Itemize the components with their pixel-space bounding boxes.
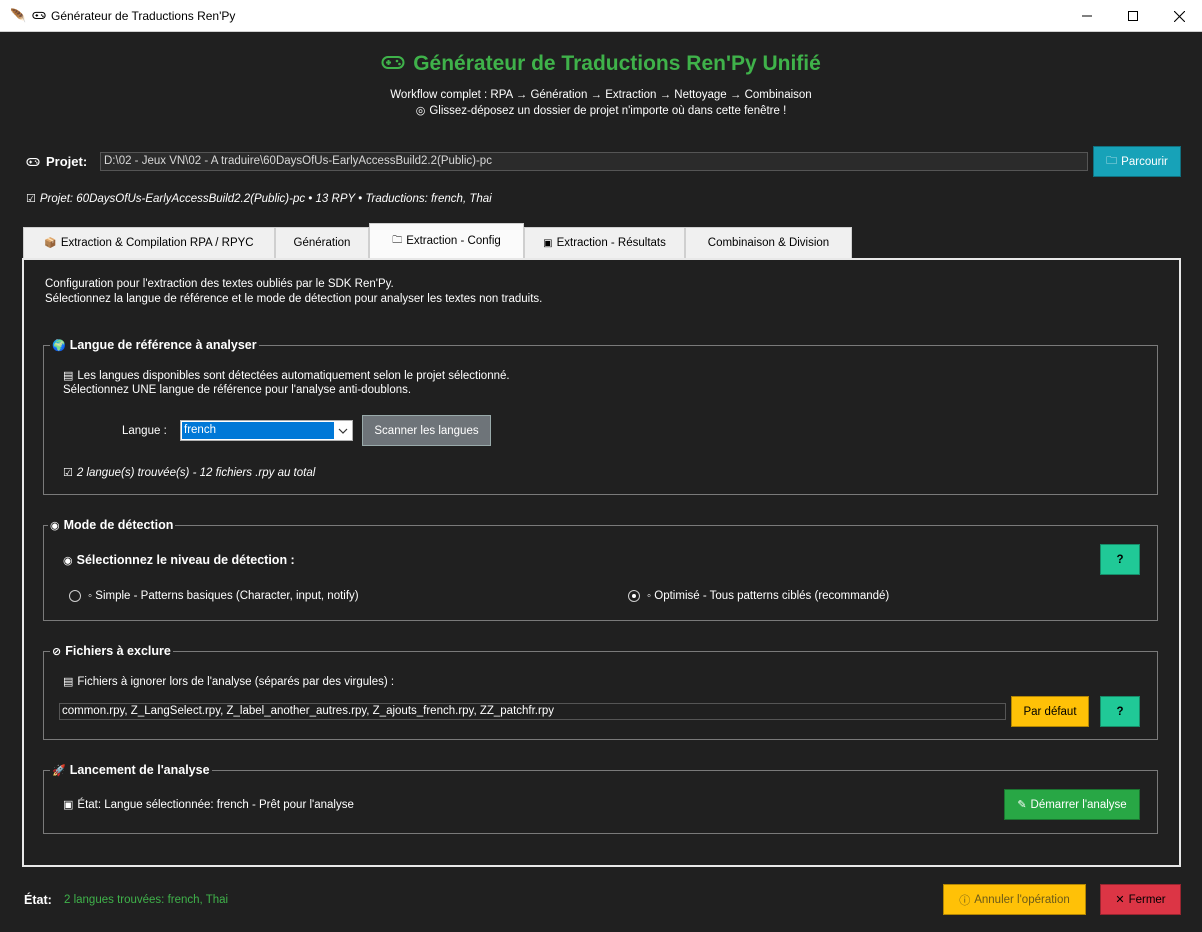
detection-mode-group xyxy=(43,525,1158,621)
start-analysis-label: Démarrer l'analyse xyxy=(1030,798,1127,811)
tab-combination-division[interactable]: Combinaison & Division xyxy=(685,227,852,258)
language-info-1-text: Les langues disponibles sont détectées a… xyxy=(77,370,510,382)
clipboard-icon: ▤ xyxy=(63,370,74,382)
detection-help-button[interactable]: ? xyxy=(1100,544,1140,575)
project-label: Projet: xyxy=(26,154,87,171)
exclude-files-input[interactable]: common.rpy, Z_LangSelect.rpy, Z_label_an… xyxy=(59,703,1006,720)
exclude-files-group xyxy=(43,651,1158,740)
launch-status-text: État: Langue sélectionnée: french - Prêt… xyxy=(77,799,354,811)
cancel-operation-label: Annuler l'opération xyxy=(974,893,1070,906)
project-info-text: Projet: 60DaysOfUs-EarlyAccessBuild2.2(P… xyxy=(39,193,492,205)
minimize-button[interactable] xyxy=(1064,0,1110,32)
exclude-files-info: ▤ Fichiers à ignorer lors de l'analyse (s… xyxy=(63,675,394,688)
language-select[interactable]: french xyxy=(180,420,353,441)
status-value: 2 langues trouvées: french, Thai xyxy=(64,894,229,906)
package-icon: 📦 xyxy=(44,237,57,249)
close-button[interactable]: ✕ Fermer xyxy=(1100,884,1181,915)
checkbox-icon: ☑ xyxy=(63,467,73,479)
exclude-help-button[interactable]: ? xyxy=(1100,696,1140,727)
launch-analysis-title-text: Lancement de l'analyse xyxy=(69,763,210,777)
radio-optimized[interactable] xyxy=(628,590,640,602)
app-heading: Générateur de Traductions Ren'Py Unifié xyxy=(0,52,1202,78)
tab-generation[interactable]: Génération xyxy=(275,227,369,258)
feather-icon: 🪶 xyxy=(10,8,27,23)
tab-extraction-results[interactable]: ▣ Extraction - Résultats xyxy=(524,227,685,258)
folder-icon: 🗀 xyxy=(392,234,403,246)
project-info: ☑ Projet: 60DaysOfUs-EarlyAccessBuild2.2(… xyxy=(26,192,492,205)
dragdrop-text: Glissez-déposez un dossier de projet n'i… xyxy=(429,105,787,117)
target-icon: ◉ xyxy=(63,555,73,567)
exclude-files-title-text: Fichiers à exclure xyxy=(65,644,171,658)
clipboard-icon: ▤ xyxy=(63,676,74,688)
default-exclusions-button[interactable]: Par défaut xyxy=(1011,696,1089,727)
close-label: Fermer xyxy=(1128,893,1166,906)
folder-icon: 🗀 xyxy=(1106,155,1118,167)
panel-description-1: Configuration pour l'extraction des text… xyxy=(45,278,394,290)
status-label: État: xyxy=(24,893,52,907)
language-group-title: 🌍 Langue de référence à analyser xyxy=(50,338,259,352)
tab-label: Extraction - Config xyxy=(406,235,501,247)
prohibited-icon: ⊘ xyxy=(52,646,62,658)
browse-button[interactable]: 🗀 Parcourir xyxy=(1093,146,1181,177)
tab-extraction-compilation[interactable]: 📦 Extraction & Compilation RPA / RPYC xyxy=(23,227,275,258)
tab-label: Extraction & Compilation RPA / RPYC xyxy=(60,237,254,249)
window-title: Générateur de Traductions Ren'Py xyxy=(51,9,236,23)
language-info-2: Sélectionnez UNE langue de référence pou… xyxy=(63,384,412,396)
browse-label: Parcourir xyxy=(1121,155,1168,168)
exclude-files-title: ⊘ Fichiers à exclure xyxy=(50,644,173,658)
language-select-value: french xyxy=(182,422,334,439)
tab-label: Combinaison & Division xyxy=(707,237,830,249)
rocket-icon: 🚀 xyxy=(52,765,66,777)
tab-label: Extraction - Résultats xyxy=(556,237,666,249)
dragdrop-hint: ◎ Glissez-déposez un dossier de projet n'… xyxy=(0,104,1202,117)
gamepad-icon xyxy=(32,8,46,25)
launch-status: ▣ État: Langue sélectionnée: french - Prê… xyxy=(63,798,354,811)
app-title: Générateur de Traductions Ren'Py Unifié xyxy=(413,52,821,75)
languages-found-value: 2 langue(s) trouvée(s) - 12 fichiers .rp… xyxy=(76,467,316,479)
maximize-button[interactable] xyxy=(1110,0,1156,32)
target-icon: ◉ xyxy=(50,520,60,532)
start-analysis-button[interactable]: ✎ Démarrer l'analyse xyxy=(1004,789,1140,820)
language-info-1: ▤ Les langues disponibles sont détectées … xyxy=(63,369,510,382)
language-select-label: Langue : xyxy=(122,425,167,437)
chart-icon: ▣ xyxy=(63,799,74,811)
title-bar: 🪶 Générateur de Traductions Ren'Py xyxy=(0,0,1202,32)
gamepad-icon xyxy=(381,52,405,78)
cancel-operation-button[interactable]: ⓘ Annuler l'opération xyxy=(943,884,1086,915)
tab-label: Génération xyxy=(293,237,351,249)
exclude-files-info-text: Fichiers à ignorer lors de l'analyse (sé… xyxy=(77,676,395,688)
detection-level-subtitle-text: Sélectionnez le niveau de détection : xyxy=(76,553,295,567)
close-window-button[interactable] xyxy=(1156,0,1202,32)
scan-languages-button[interactable]: Scanner les langues xyxy=(362,415,491,446)
project-label-text: Projet: xyxy=(46,154,88,169)
project-path-input[interactable]: D:\02 - Jeux VN\02 - A traduire\60DaysOf… xyxy=(100,152,1088,171)
radio-simple[interactable] xyxy=(69,590,81,602)
target-icon: ◎ xyxy=(415,105,426,117)
languages-found-text: ☑ 2 langue(s) trouvée(s) - 12 fichiers .r… xyxy=(63,466,315,479)
gamepad-icon xyxy=(26,156,40,171)
radio-optimized-label[interactable]: ◦ Optimisé - Tous patterns ciblés (recom… xyxy=(647,590,889,602)
checkbox-icon: ☑ xyxy=(26,193,36,205)
panel-description-2: Sélectionnez la langue de référence et l… xyxy=(45,293,543,305)
close-icon: ✕ xyxy=(1115,894,1125,906)
detection-mode-title: ◉ Mode de détection xyxy=(48,518,176,532)
detection-level-subtitle: ◉ Sélectionnez le niveau de détection : xyxy=(63,553,295,567)
workflow-text: Workflow complet : RPA → Génération → Ex… xyxy=(390,89,812,101)
detection-mode-title-text: Mode de détection xyxy=(63,518,174,532)
language-group-title-text: Langue de référence à analyser xyxy=(69,338,257,352)
radio-simple-label[interactable]: ◦ Simple - Patterns basiques (Character,… xyxy=(88,590,359,602)
chevron-down-icon[interactable] xyxy=(336,424,350,438)
launch-analysis-title: 🚀 Lancement de l'analyse xyxy=(50,763,212,777)
pencil-icon: ✎ xyxy=(1017,799,1027,811)
tab-extraction-config[interactable]: 🗀 Extraction - Config xyxy=(369,223,524,258)
globe-icon: 🌍 xyxy=(52,340,66,352)
info-icon: ⓘ xyxy=(959,894,971,907)
chart-icon: ▣ xyxy=(543,237,553,249)
